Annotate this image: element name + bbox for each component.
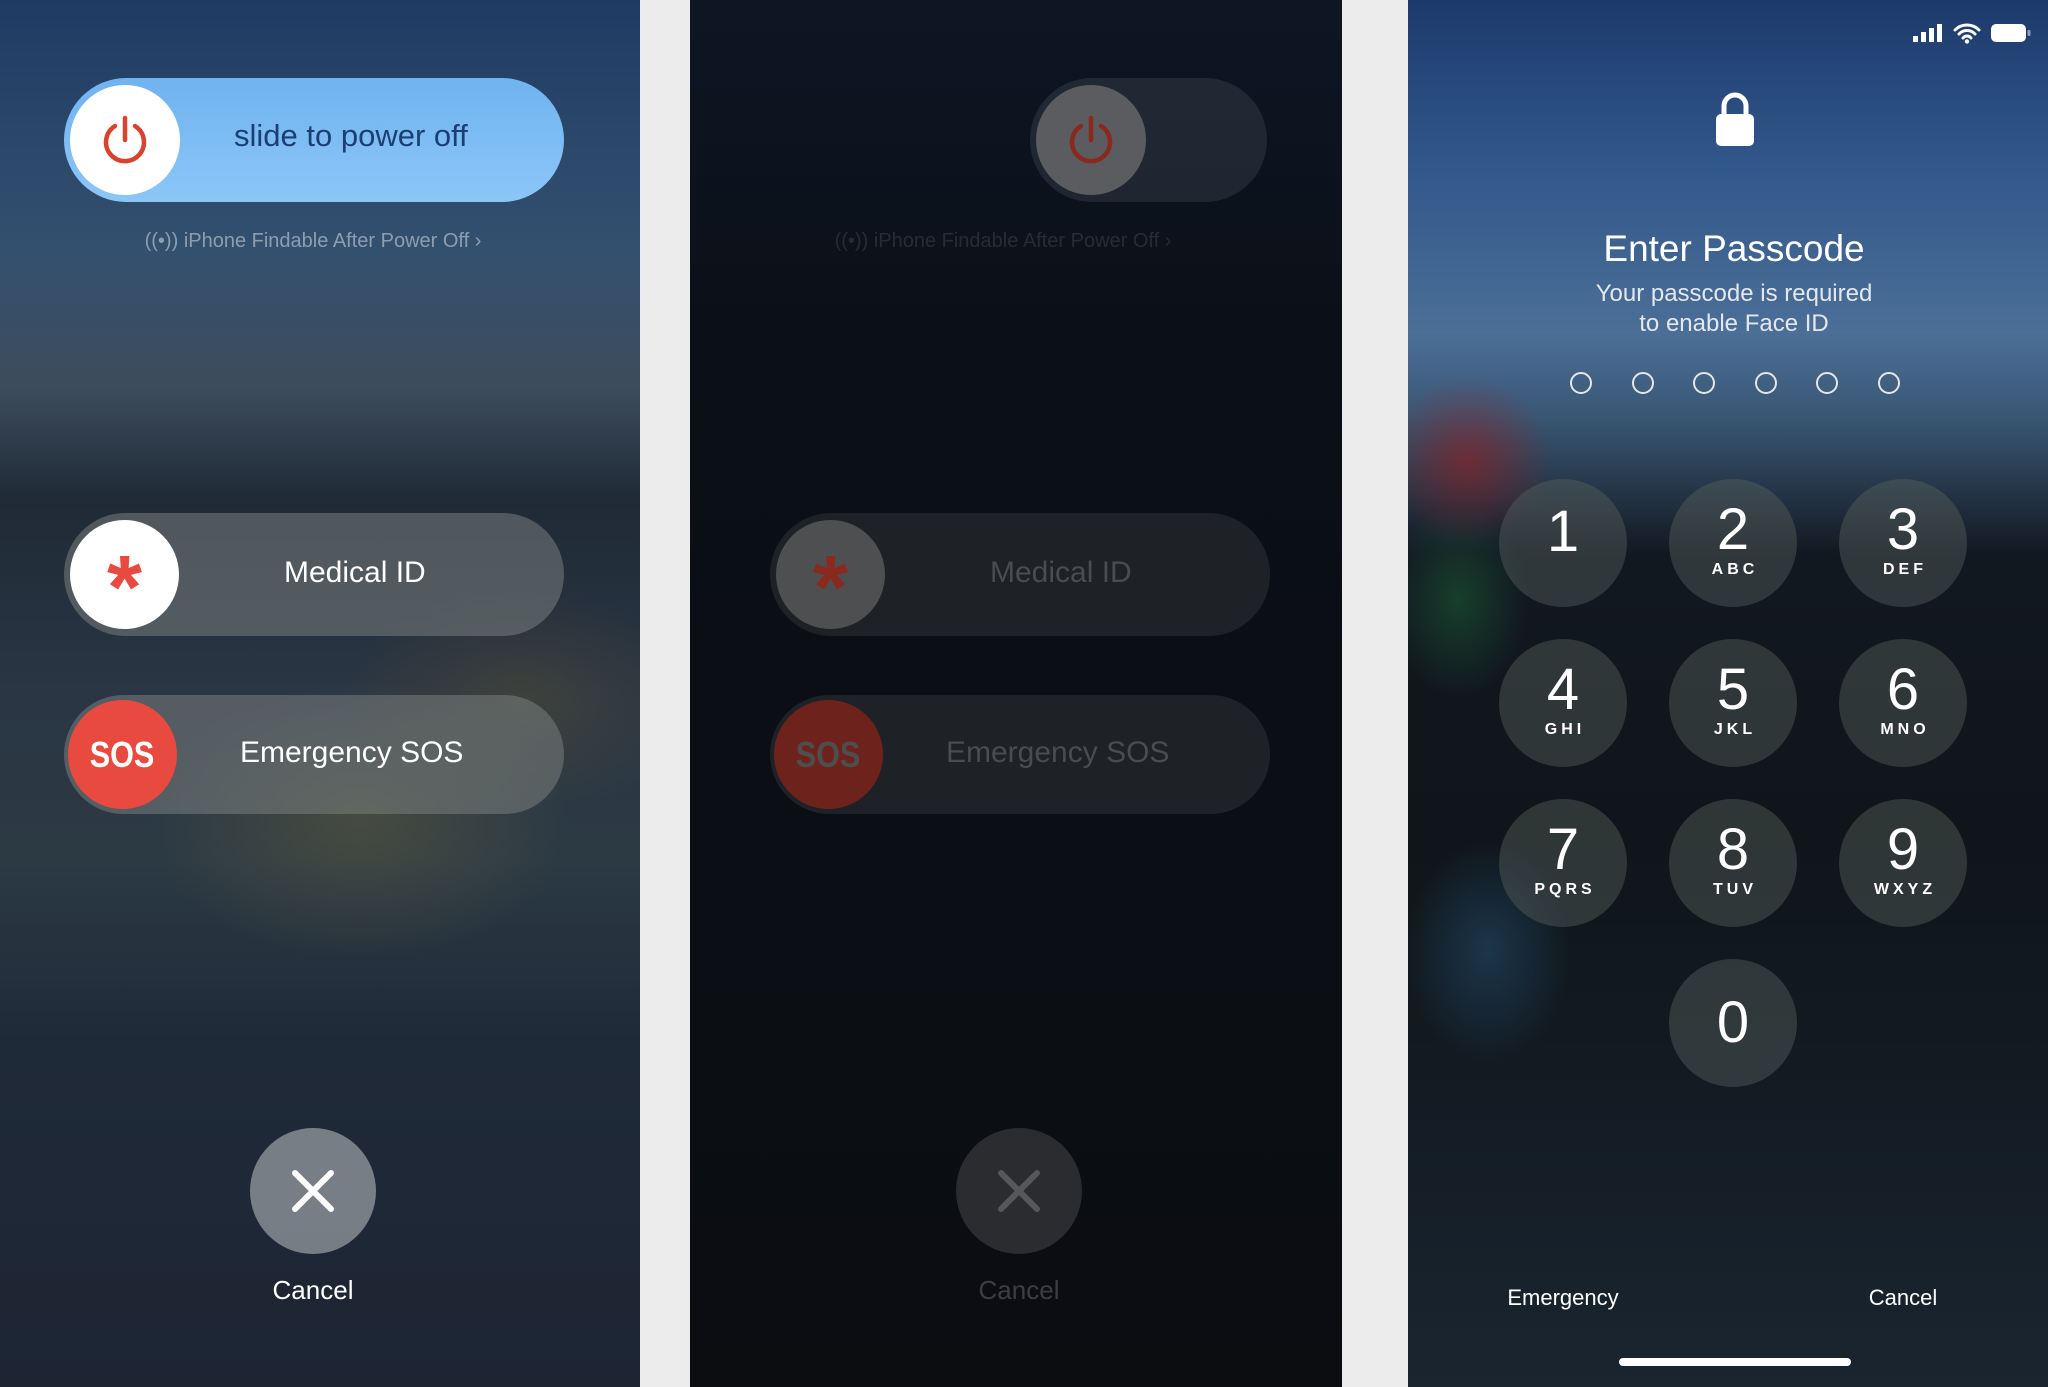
key-1[interactable]: 1 bbox=[1499, 479, 1627, 607]
sos-knob[interactable]: SOS bbox=[68, 700, 177, 809]
power-off-slider[interactable] bbox=[1030, 78, 1267, 202]
key-letters: WXYZ bbox=[1873, 881, 1937, 898]
key-digit: 2 bbox=[1716, 497, 1750, 562]
key-digit: 1 bbox=[1546, 499, 1580, 564]
key-9[interactable]: 9 WXYZ bbox=[1839, 799, 1967, 927]
key-letters: DEF bbox=[1883, 561, 1927, 578]
wifi-icon bbox=[1953, 23, 1981, 44]
sos-knob[interactable]: SOS bbox=[774, 700, 883, 809]
key-7[interactable]: 7 PQRS bbox=[1499, 799, 1627, 927]
emergency-sos-slider[interactable]: SOS Emergency SOS bbox=[770, 695, 1270, 814]
findable-link[interactable]: ((•)) iPhone Findable After Power Off › bbox=[0, 230, 626, 253]
key-digit: 0 bbox=[1716, 990, 1750, 1055]
key-2[interactable]: 2 ABC bbox=[1669, 479, 1797, 607]
key-digit: 6 bbox=[1886, 657, 1920, 722]
key-digit: 3 bbox=[1886, 497, 1920, 562]
sos-label: Emergency SOS bbox=[946, 736, 1170, 769]
slider-label: slide to power off bbox=[234, 118, 468, 153]
cancel-label: Cancel bbox=[978, 1275, 1060, 1305]
findmy-icon: ((•)) bbox=[144, 230, 179, 252]
sos-icon: SOS bbox=[90, 733, 155, 775]
passcode-screen: Enter Passcode Your passcode is required… bbox=[1408, 0, 2048, 1387]
cancel-button[interactable] bbox=[250, 1128, 376, 1254]
key-digit: 5 bbox=[1716, 657, 1750, 722]
power-slider-knob[interactable] bbox=[1036, 85, 1146, 195]
key-4[interactable]: 4 GHI bbox=[1499, 639, 1627, 767]
passcode-dot bbox=[1816, 372, 1839, 394]
passcode-dot bbox=[1693, 372, 1716, 394]
medical-id-knob[interactable]: * bbox=[776, 520, 885, 638]
findable-text: iPhone Findable After Power Off bbox=[873, 230, 1160, 252]
findable-link[interactable]: ((•)) iPhone Findable After Power Off › bbox=[690, 230, 1316, 253]
asterisk-icon: * bbox=[812, 537, 849, 638]
passcode-subtitle-line2: to enable Face ID bbox=[1639, 310, 1829, 337]
key-3[interactable]: 3 DEF bbox=[1839, 479, 1967, 607]
medical-id-knob[interactable]: * bbox=[70, 520, 179, 638]
key-digit: 9 bbox=[1886, 817, 1920, 882]
key-8[interactable]: 8 TUV bbox=[1669, 799, 1797, 927]
close-icon bbox=[998, 1170, 1040, 1212]
key-digit: 7 bbox=[1546, 817, 1580, 882]
emergency-sos-slider[interactable]: SOS Emergency SOS bbox=[64, 695, 564, 814]
key-letters: ABC bbox=[1711, 561, 1759, 578]
lock-icon bbox=[1716, 92, 1754, 146]
chevron-right-icon: › bbox=[1164, 230, 1172, 252]
chevron-right-icon: › bbox=[474, 230, 482, 252]
key-letters: MNO bbox=[1880, 721, 1930, 738]
key-letters: JKL bbox=[1713, 721, 1757, 738]
power-icon bbox=[103, 115, 147, 164]
passcode-dot bbox=[1878, 372, 1900, 394]
key-digit: 4 bbox=[1546, 657, 1580, 722]
cancel-button[interactable]: Cancel bbox=[1848, 1285, 1958, 1311]
power-slider-knob[interactable] bbox=[70, 85, 180, 195]
power-icon bbox=[1069, 115, 1113, 164]
cancel-button[interactable] bbox=[956, 1128, 1082, 1254]
emergency-button[interactable]: Emergency bbox=[1503, 1285, 1623, 1311]
key-5[interactable]: 5 JKL bbox=[1669, 639, 1797, 767]
home-indicator[interactable] bbox=[1619, 1358, 1851, 1366]
key-digit: 8 bbox=[1716, 817, 1750, 882]
key-0[interactable]: 0 bbox=[1669, 959, 1797, 1087]
cancel-label: Cancel bbox=[272, 1275, 354, 1305]
power-off-slider[interactable]: slide to power off bbox=[64, 78, 564, 202]
battery-icon bbox=[1991, 24, 2031, 42]
passcode-dot bbox=[1754, 372, 1777, 394]
passcode-dot bbox=[1570, 372, 1592, 394]
key-6[interactable]: 6 MNO bbox=[1839, 639, 1967, 767]
passcode-title: Enter Passcode bbox=[1603, 228, 1865, 269]
power-off-screen: slide to power off ((•)) iPhone Findable… bbox=[0, 0, 640, 1387]
findable-text: iPhone Findable After Power Off bbox=[183, 230, 470, 252]
key-letters: PQRS bbox=[1534, 881, 1596, 898]
findmy-icon: ((•)) bbox=[834, 230, 869, 252]
key-letters: GHI bbox=[1544, 721, 1586, 738]
medical-id-label: Medical ID bbox=[284, 556, 426, 589]
signal-icon bbox=[1913, 24, 1942, 42]
medical-id-slider[interactable]: * Medical ID bbox=[64, 513, 564, 636]
asterisk-icon: * bbox=[106, 537, 143, 638]
medical-id-label: Medical ID bbox=[990, 556, 1132, 589]
medical-id-slider[interactable]: * Medical ID bbox=[770, 513, 1270, 636]
sos-label: Emergency SOS bbox=[240, 736, 464, 769]
sos-icon: SOS bbox=[796, 733, 861, 775]
power-off-screen-dimmed: ((•)) iPhone Findable After Power Off › … bbox=[690, 0, 1342, 1387]
status-bar bbox=[1913, 22, 2031, 44]
passcode-subtitle-line1: Your passcode is required bbox=[1595, 280, 1873, 307]
key-letters: TUV bbox=[1713, 881, 1757, 898]
close-icon bbox=[292, 1170, 334, 1212]
passcode-dot bbox=[1631, 372, 1654, 394]
